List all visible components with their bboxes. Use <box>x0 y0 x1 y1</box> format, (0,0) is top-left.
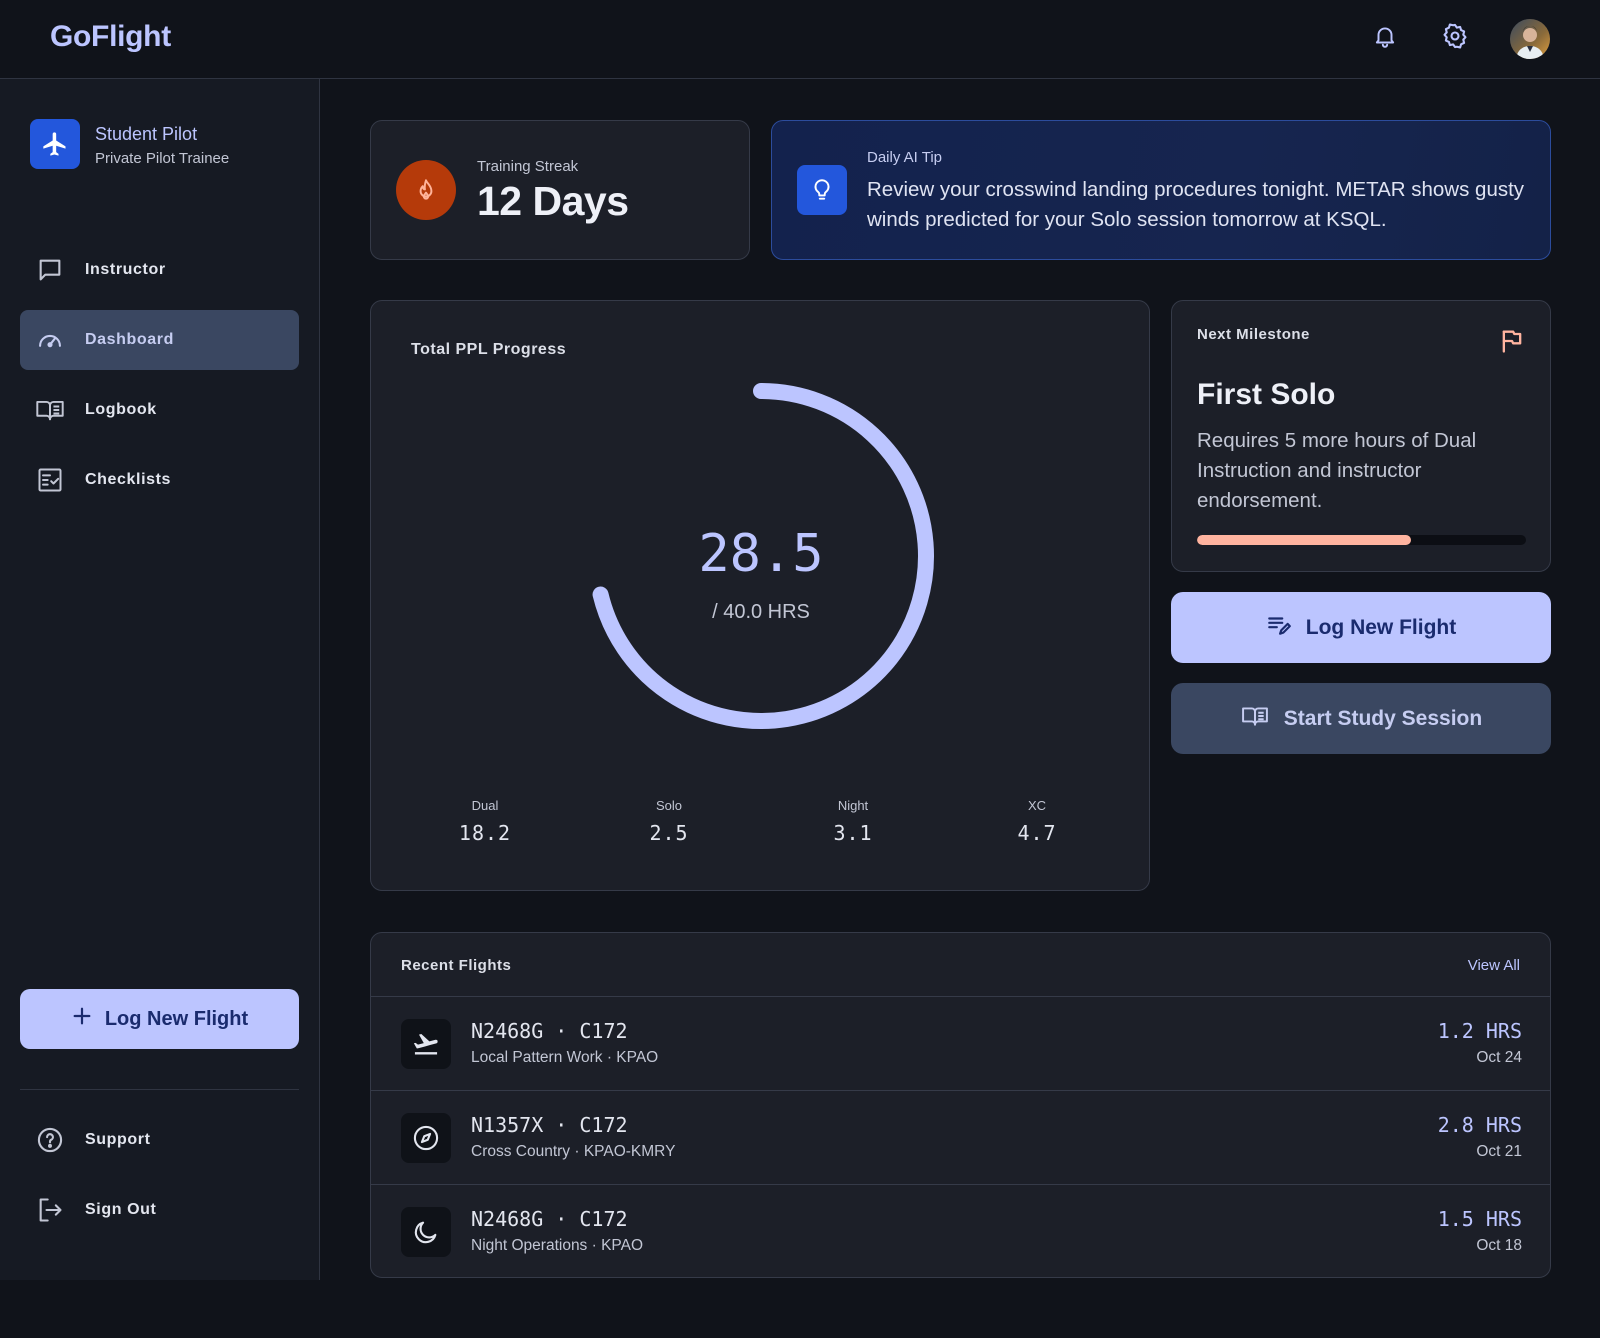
milestone-description: Requires 5 more hours of Dual Instructio… <box>1197 429 1477 512</box>
sidebar-item-logbook[interactable]: Logbook <box>20 380 299 440</box>
button-label: Start Study Session <box>1283 706 1483 730</box>
stat-value: 2.5 <box>649 821 689 845</box>
book-icon <box>1240 703 1270 735</box>
notifications-bell-icon[interactable] <box>1369 20 1401 52</box>
flight-tail: N1357X · C172 <box>471 1113 628 1137</box>
help-circle-icon <box>34 1124 66 1156</box>
sign-out-icon <box>34 1194 66 1226</box>
view-all-link[interactable]: View All <box>1468 957 1520 974</box>
user-avatar[interactable] <box>1510 19 1550 59</box>
milestone-progress-fill <box>1197 535 1411 545</box>
milestone-progress-bar <box>1197 535 1526 545</box>
flight-hours: 1.5 HRS <box>1437 1207 1522 1231</box>
profile-role: Private Pilot Trainee <box>95 150 230 167</box>
flight-description: Cross Country · KPAO-KMRY <box>471 1143 676 1160</box>
flight-hours: 2.8 HRS <box>1437 1113 1522 1137</box>
sidebar-item-label: Support <box>85 1131 151 1148</box>
stat-label: Solo <box>655 798 683 813</box>
sidebar-item-sign-out[interactable]: Sign Out <box>20 1180 299 1240</box>
stat-label: Night <box>837 798 869 813</box>
stat-label: XC <box>1027 798 1047 813</box>
ppl-progress-card: Total PPL Progress 28.5 / 40.0 HRS Dual … <box>370 300 1150 891</box>
stat-value: 18.2 <box>458 821 512 845</box>
flight-date: Oct 18 <box>1476 1237 1522 1254</box>
settings-gear-icon[interactable] <box>1439 20 1471 52</box>
flight-description: Night Operations · KPAO <box>471 1237 644 1254</box>
sidebar-item-dashboard[interactable]: Dashboard <box>20 310 299 370</box>
edit-list-icon <box>1266 612 1292 644</box>
next-milestone-card: Next Milestone First Solo Requires 5 mor… <box>1171 300 1551 572</box>
stat-dual: Dual 18.2 <box>425 798 545 845</box>
airplane-icon <box>30 119 80 169</box>
recent-flights-card: Recent Flights View All N2468G · C172 Lo… <box>370 932 1551 1278</box>
profile-name: Student Pilot <box>95 124 198 144</box>
flight-row[interactable]: N1357X · C172 Cross Country · KPAO-KMRY … <box>371 1090 1550 1184</box>
stat-solo: Solo 2.5 <box>609 798 729 845</box>
plus-icon <box>71 1005 93 1033</box>
app-logo[interactable]: GoFlight <box>50 20 171 54</box>
flame-icon <box>396 160 456 220</box>
flight-row[interactable]: N2468G · C172 Local Pattern Work · KPAO … <box>371 996 1550 1090</box>
milestone-label: Next Milestone <box>1197 326 1310 343</box>
tip-label: Daily AI Tip <box>867 149 943 166</box>
chat-icon <box>34 254 66 286</box>
flag-icon <box>1502 330 1522 353</box>
sidebar-item-instructor[interactable]: Instructor <box>20 240 299 300</box>
stat-night: Night 3.1 <box>793 798 913 845</box>
sidebar: Student Pilot Private Pilot Trainee Inst… <box>0 79 320 1280</box>
progress-title: Total PPL Progress <box>411 341 567 358</box>
stat-value: 3.1 <box>833 821 873 845</box>
gauge-icon <box>34 324 66 356</box>
streak-value: 12 Days <box>477 178 629 224</box>
flight-tail: N2468G · C172 <box>471 1019 628 1043</box>
flight-date: Oct 24 <box>1476 1049 1522 1066</box>
flight-description: Local Pattern Work · KPAO <box>471 1049 659 1066</box>
training-streak-card: Training Streak 12 Days <box>370 120 750 260</box>
top-header: GoFlight <box>0 0 1600 79</box>
checklist-icon <box>34 464 66 496</box>
log-new-flight-button[interactable]: Log New Flight <box>1171 592 1551 663</box>
flight-hours: 1.2 HRS <box>1437 1019 1522 1043</box>
streak-label: Training Streak <box>477 158 579 175</box>
moon-icon <box>401 1207 451 1257</box>
sidebar-item-label: Instructor <box>85 261 166 278</box>
sidebar-item-label: Logbook <box>85 401 157 418</box>
daily-ai-tip-card: Daily AI Tip Review your crosswind landi… <box>771 120 1551 260</box>
flight-row[interactable]: N2468G · C172 Night Operations · KPAO 1.… <box>371 1184 1550 1277</box>
compass-icon <box>401 1113 451 1163</box>
sidebar-item-label: Dashboard <box>85 331 174 348</box>
sidebar-log-new-flight-button[interactable]: Log New Flight <box>20 989 299 1049</box>
sidebar-item-support[interactable]: Support <box>20 1110 299 1170</box>
sidebar-divider <box>20 1089 299 1090</box>
flight-date: Oct 21 <box>1476 1143 1522 1160</box>
tip-text: Review your crosswind landing procedures… <box>867 178 1525 231</box>
button-label: Log New Flight <box>1305 615 1457 639</box>
progress-target: / 40.0 HRS <box>712 601 810 623</box>
stat-label: Dual <box>471 798 499 813</box>
start-study-session-button[interactable]: Start Study Session <box>1171 683 1551 754</box>
button-label: Log New Flight <box>104 1007 249 1030</box>
flight-tail: N2468G · C172 <box>471 1207 628 1231</box>
milestone-title: First Solo <box>1197 378 1336 411</box>
stat-xc: XC 4.7 <box>977 798 1097 845</box>
lightbulb-icon <box>797 165 847 215</box>
progress-hours-value: 28.5 <box>698 524 824 584</box>
takeoff-icon <box>401 1019 451 1069</box>
sidebar-item-checklists[interactable]: Checklists <box>20 450 299 510</box>
book-icon <box>34 394 66 426</box>
recent-flights-title: Recent Flights <box>401 957 512 974</box>
stat-value: 4.7 <box>1017 821 1057 845</box>
sidebar-item-label: Checklists <box>85 471 172 488</box>
sidebar-item-label: Sign Out <box>85 1201 157 1218</box>
